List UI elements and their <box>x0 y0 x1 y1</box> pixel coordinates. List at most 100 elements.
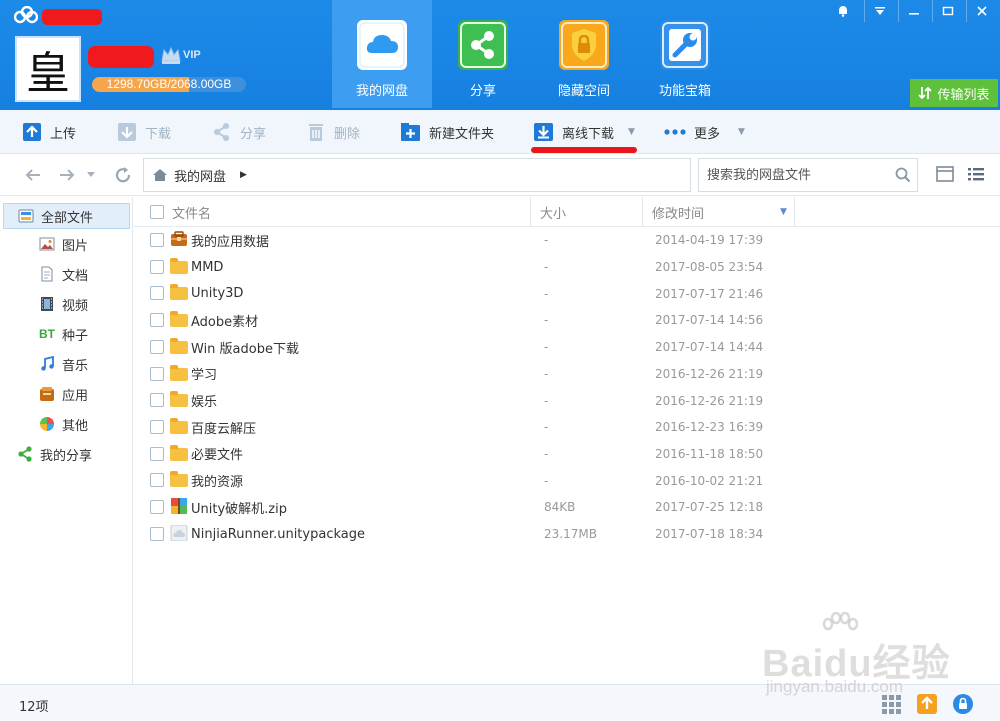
upload-label: 上传 <box>50 126 77 142</box>
sidebar-item-apps[interactable]: 应用 <box>0 381 88 407</box>
file-name[interactable]: 必要文件 <box>191 444 243 463</box>
row-checkbox[interactable] <box>150 393 164 408</box>
column-divider[interactable] <box>530 197 531 227</box>
sidebar-item-all-files[interactable]: 全部文件 <box>3 203 130 229</box>
folder-icon <box>170 257 188 274</box>
delete-label: 删除 <box>334 126 361 142</box>
watermark-main-text: Baidu经验 <box>762 643 951 685</box>
file-name[interactable]: NinjiaRunner.unitypackage <box>191 527 365 542</box>
thumbnail-view-icon[interactable] <box>935 164 957 186</box>
restore-icon[interactable] <box>932 0 962 22</box>
sidebar-item-music[interactable]: 音乐 <box>0 351 88 377</box>
row-checkbox[interactable] <box>150 366 164 381</box>
sidebar-item-documents[interactable]: 文档 <box>0 261 88 287</box>
sidebar-item-videos[interactable]: 视频 <box>0 291 88 317</box>
file-name[interactable]: Adobe素材 <box>191 311 258 330</box>
search-input[interactable] <box>707 167 887 183</box>
refresh-icon[interactable] <box>112 164 134 186</box>
chevron-down-icon[interactable]: ▼ <box>738 127 745 137</box>
file-size: - <box>544 420 549 435</box>
column-header-name[interactable]: 文件名 <box>172 197 211 227</box>
table-row[interactable]: 必要文件 - 2016-11-18 18:50 <box>134 441 1000 468</box>
table-row[interactable]: 我的应用数据 - 2014-04-19 17:39 <box>134 227 1000 254</box>
table-row[interactable]: 百度云解压 - 2016-12-23 16:39 <box>134 414 1000 441</box>
sidebar-item-torrents[interactable]: BT 种子 <box>0 321 88 347</box>
select-all-checkbox[interactable] <box>150 205 164 219</box>
file-name[interactable]: Win 版adobe下载 <box>191 338 299 357</box>
file-name[interactable]: 学习 <box>191 364 217 383</box>
row-checkbox[interactable] <box>150 526 164 541</box>
file-name[interactable]: MMD <box>191 260 223 275</box>
sidebar-item-label: 图片 <box>62 238 89 254</box>
table-row[interactable]: NinjiaRunner.unitypackage 23.17MB 2017-07-… <box>134 521 1000 548</box>
tab-hidden-space[interactable]: 隐藏空间 <box>534 0 634 108</box>
sidebar-item-other[interactable]: 其他 <box>0 411 88 437</box>
tab-my-netdisk[interactable]: 我的网盘 <box>332 0 432 108</box>
close-icon[interactable] <box>966 0 996 22</box>
breadcrumb[interactable]: 我的网盘 ▶ <box>143 158 691 192</box>
menu-dropdown-icon[interactable] <box>864 0 894 22</box>
download-icon <box>118 123 136 141</box>
file-name[interactable]: 我的应用数据 <box>191 231 269 250</box>
share-button[interactable]: 分享 <box>212 110 266 154</box>
column-header-name-label: 文件名 <box>172 206 212 222</box>
table-row[interactable]: Unity3D - 2017-07-17 21:46 <box>134 280 1000 307</box>
list-view-icon[interactable] <box>966 164 988 186</box>
file-name[interactable]: 百度云解压 <box>191 418 256 437</box>
forward-arrow-icon[interactable] <box>56 164 78 186</box>
row-checkbox[interactable] <box>150 500 164 514</box>
sidebar-item-pictures[interactable]: 图片 <box>0 231 88 257</box>
chevron-down-icon[interactable]: ▼ <box>628 127 635 137</box>
vip-badge[interactable]: VIP <box>160 44 201 66</box>
folder-icon <box>170 417 188 434</box>
sort-descending-icon[interactable]: ▼ <box>780 207 787 217</box>
row-checkbox[interactable] <box>150 233 164 247</box>
upload-status-icon[interactable] <box>916 693 938 715</box>
table-row[interactable]: MMD - 2017-08-05 23:54 <box>134 254 1000 281</box>
delete-button[interactable]: 删除 <box>306 110 360 154</box>
avatar[interactable]: 皇 <box>15 36 81 102</box>
column-header-modified[interactable]: 修改时间 ▼ <box>652 197 792 227</box>
history-dropdown-icon[interactable] <box>84 164 98 186</box>
file-name[interactable]: 娱乐 <box>191 391 217 410</box>
upload-button[interactable]: 上传 <box>22 110 76 154</box>
row-checkbox[interactable] <box>150 339 164 354</box>
file-name[interactable]: Unity3D <box>191 286 243 301</box>
notification-bell-icon[interactable] <box>828 0 858 22</box>
file-size: 84KB <box>544 500 576 515</box>
file-name[interactable]: 我的资源 <box>191 471 243 490</box>
search-box[interactable] <box>698 158 918 192</box>
table-row[interactable]: Win 版adobe下载 - 2017-07-14 14:44 <box>134 334 1000 361</box>
column-header-size[interactable]: 大小 <box>540 197 566 227</box>
breadcrumb-my-netdisk[interactable]: 我的网盘 <box>174 166 226 185</box>
table-row[interactable]: Adobe素材 - 2017-07-14 14:56 <box>134 307 1000 334</box>
row-checkbox[interactable] <box>150 259 164 274</box>
table-row[interactable]: 娱乐 - 2016-12-26 21:19 <box>134 387 1000 414</box>
table-row[interactable]: 学习 - 2016-12-26 21:19 <box>134 361 1000 388</box>
new-folder-button[interactable]: 新建文件夹 <box>400 110 494 154</box>
row-checkbox[interactable] <box>150 313 164 328</box>
download-button[interactable]: 下载 <box>117 110 171 154</box>
file-name[interactable]: Unity破解机.zip <box>191 498 287 517</box>
column-divider[interactable] <box>794 197 795 227</box>
row-checkbox[interactable] <box>150 419 164 434</box>
back-arrow-icon[interactable] <box>22 164 44 186</box>
paw-icon <box>822 612 859 631</box>
search-icon[interactable] <box>895 167 911 183</box>
file-modified-date: 2017-07-17 21:46 <box>655 286 764 301</box>
table-row[interactable]: 我的资源 - 2016-10-02 21:21 <box>134 467 1000 494</box>
column-divider[interactable] <box>642 197 643 227</box>
transfer-list-button[interactable]: 传输列表 <box>910 79 998 107</box>
tab-toolbox[interactable]: 功能宝箱 <box>635 0 735 108</box>
more-button[interactable]: 更多 ▼ <box>664 110 745 154</box>
tab-share[interactable]: 分享 <box>433 0 533 108</box>
row-checkbox[interactable] <box>150 446 164 461</box>
minimize-icon[interactable] <box>898 0 928 22</box>
row-checkbox[interactable] <box>150 473 164 488</box>
security-lock-icon[interactable] <box>952 693 974 715</box>
sidebar-item-my-share[interactable]: 我的分享 <box>0 441 92 467</box>
breadcrumb-arrow-icon[interactable]: ▶ <box>240 170 247 180</box>
table-row[interactable]: Unity破解机.zip 84KB 2017-07-25 12:18 <box>134 494 1000 521</box>
row-checkbox[interactable] <box>150 286 164 301</box>
app-grid-icon[interactable] <box>880 693 902 715</box>
